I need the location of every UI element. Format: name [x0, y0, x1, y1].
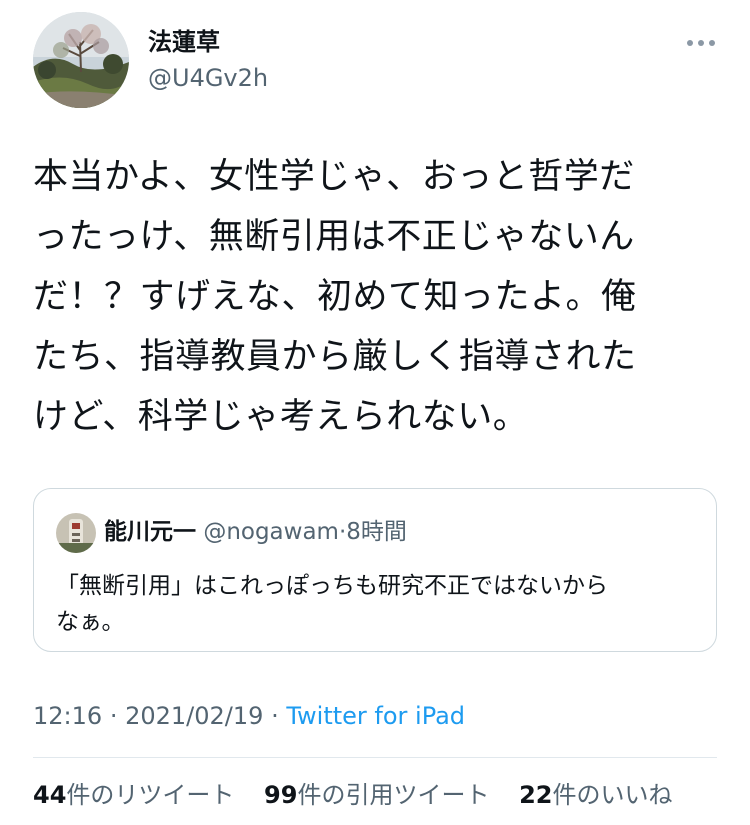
- quotes-count: 99: [264, 781, 298, 809]
- likes-count: 22: [519, 781, 553, 809]
- author-avatar[interactable]: [33, 12, 129, 108]
- quoted-time[interactable]: 8時間: [346, 519, 407, 545]
- profile-photo-garden-icon: [33, 12, 129, 108]
- divider: [33, 757, 717, 758]
- tweet-metadata: 12:16 · 2021/02/19 · Twitter for iPad: [33, 700, 465, 732]
- quotes-label: 件の引用ツイート: [297, 781, 490, 809]
- more-options-icon[interactable]: [686, 36, 716, 50]
- likes-stat[interactable]: 22件のいいね: [519, 781, 672, 809]
- quoted-display-name[interactable]: 能川元一: [104, 519, 196, 545]
- quoted-text: 「無断引用」はこれっぽっちも研究不正ではないから なぁ。: [56, 573, 608, 635]
- quote-tweets-stat[interactable]: 99件の引用ツイート: [264, 781, 489, 809]
- meta-separator: ·: [109, 702, 118, 730]
- retweets-label: 件のリツイート: [66, 781, 235, 809]
- quoted-handle[interactable]: @nogawam: [203, 519, 339, 545]
- tweet-date[interactable]: 2021/02/19: [125, 702, 263, 730]
- tweet-time[interactable]: 12:16: [33, 702, 102, 730]
- retweets-stat[interactable]: 44件のリツイート: [33, 781, 234, 809]
- tweet-source-link[interactable]: Twitter for iPad: [286, 702, 465, 730]
- quoted-header: 能川元一 @nogawam·8時間: [104, 517, 407, 547]
- retweets-count: 44: [33, 781, 67, 809]
- author-display-name[interactable]: 法蓮草: [148, 26, 220, 58]
- engagement-stats: 44件のリツイート 99件の引用ツイート 22件のいいね: [33, 778, 695, 812]
- quoted-tweet[interactable]: 能川元一 @nogawam·8時間 「無断引用」はこれっぽっちも研究不正ではない…: [33, 488, 717, 652]
- tweet-text: 本当かよ、女性学じゃ、おっと哲学だ ったっけ、無断引用は不正じゃないん だ！？す…: [33, 157, 637, 437]
- author-handle[interactable]: @U4Gv2h: [148, 63, 268, 93]
- likes-label: 件のいいね: [552, 781, 673, 809]
- meta-separator: ·: [271, 702, 279, 730]
- quoted-author-avatar[interactable]: [56, 513, 96, 553]
